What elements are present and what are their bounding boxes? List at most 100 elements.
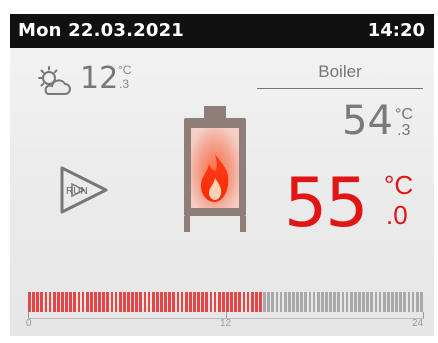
schedule-segment xyxy=(44,292,48,312)
schedule-segment xyxy=(300,292,304,312)
schedule-segment xyxy=(362,292,365,312)
schedule-segment xyxy=(238,292,242,312)
schedule-segment xyxy=(254,292,258,312)
date-display: Mon 22.03.2021 xyxy=(18,20,185,41)
schedule-segment xyxy=(312,292,316,312)
stove-fire-icon xyxy=(184,106,246,232)
schedule-segment xyxy=(407,292,411,312)
schedule-segment xyxy=(172,292,176,312)
axis-tick xyxy=(423,312,424,318)
schedule-segment xyxy=(28,292,31,312)
schedule-segment xyxy=(197,292,200,312)
schedule-segment xyxy=(283,292,287,312)
schedule-segment xyxy=(263,292,266,312)
schedule-segment xyxy=(242,292,246,312)
outside-temp-decimal: .3 xyxy=(119,77,130,91)
schedule-segment xyxy=(287,292,291,312)
schedule-segment xyxy=(94,292,97,312)
schedule-segment xyxy=(370,292,374,312)
schedule-segment xyxy=(419,292,423,312)
schedule-segment xyxy=(271,292,275,312)
schedule-segment xyxy=(395,292,398,312)
schedule-segment xyxy=(411,292,415,312)
schedule-segment xyxy=(40,292,44,312)
schedule-segment xyxy=(279,292,283,312)
schedule-segment xyxy=(36,292,40,312)
schedule-segment xyxy=(155,292,159,312)
run-status-indicator: RUN xyxy=(58,162,114,218)
schedule-segment xyxy=(308,292,312,312)
schedule-segment xyxy=(168,292,172,312)
schedule-segment xyxy=(374,292,378,312)
schedule-segment xyxy=(234,292,238,312)
schedule-segment xyxy=(122,292,126,312)
schedule-segment xyxy=(65,292,68,312)
schedule-segment xyxy=(147,292,151,312)
schedule-segment xyxy=(296,292,299,312)
schedule-segment xyxy=(61,292,64,312)
controller-screen: Mon 22.03.2021 14:20 12 °C .3 Boiler 54 … xyxy=(10,14,434,336)
run-triangle-icon: RUN xyxy=(60,166,108,214)
schedule-segment xyxy=(329,292,332,312)
schedule-segment xyxy=(382,292,386,312)
schedule-segment xyxy=(230,292,233,312)
schedule-segment xyxy=(151,292,155,312)
schedule-segment xyxy=(333,292,337,312)
schedule-segment xyxy=(32,292,35,312)
schedule-segment xyxy=(386,292,390,312)
boiler-current-temp-value: 55 xyxy=(284,164,369,243)
schedule-segment xyxy=(143,292,147,312)
schedule-segment xyxy=(73,292,77,312)
schedule-segment xyxy=(188,292,192,312)
schedule-segment xyxy=(106,292,110,312)
schedule-segment xyxy=(209,292,213,312)
schedule-segment xyxy=(85,292,89,312)
schedule-segment xyxy=(77,292,81,312)
tick-label-24: 24 xyxy=(412,318,424,329)
schedule-segment xyxy=(135,292,139,312)
schedule-segment xyxy=(320,292,324,312)
schedule-segment xyxy=(89,292,93,312)
schedule-segment xyxy=(48,292,52,312)
schedule-segment xyxy=(131,292,134,312)
schedule-segment xyxy=(358,292,361,312)
schedule-segment xyxy=(226,292,229,312)
schedule-segment xyxy=(366,292,370,312)
schedule-segment xyxy=(415,292,419,312)
schedule-segment xyxy=(246,292,250,312)
schedule-segment xyxy=(176,292,180,312)
boiler-current-temp-decimal: .0 xyxy=(386,200,408,230)
schedule-segment xyxy=(213,292,217,312)
schedule-segment xyxy=(341,292,345,312)
schedule-segment xyxy=(292,292,295,312)
schedule-segment xyxy=(399,292,403,312)
outside-temp-value: 12 xyxy=(80,61,119,96)
boiler-setpoint-value: 54 xyxy=(342,98,393,144)
schedule-segment xyxy=(391,292,394,312)
schedule-segment xyxy=(275,292,279,312)
schedule-segment xyxy=(378,292,382,312)
schedule-segment xyxy=(345,292,349,312)
run-label: RUN xyxy=(66,186,88,197)
schedule-segment xyxy=(52,292,56,312)
boiler-title: Boiler xyxy=(318,62,362,81)
schedule-segment xyxy=(184,292,188,312)
schedule-segment xyxy=(221,292,225,312)
schedule-segment xyxy=(118,292,122,312)
schedule-segment xyxy=(403,292,407,312)
outside-temp-unit: °C xyxy=(118,63,132,77)
schedule-segment xyxy=(102,292,106,312)
schedule-segment xyxy=(205,292,209,312)
schedule-segment xyxy=(193,292,196,312)
schedule-segment xyxy=(316,292,320,312)
schedule-segment xyxy=(217,292,221,312)
status-bar: Mon 22.03.2021 14:20 xyxy=(10,14,434,48)
schedule-segment xyxy=(69,292,73,312)
boiler-current-temp-unit: °C xyxy=(384,170,414,200)
partly-cloudy-sun-icon xyxy=(38,66,71,95)
schedule-segment xyxy=(353,292,357,312)
schedule-segment xyxy=(139,292,143,312)
schedule-segment xyxy=(56,292,60,312)
time-display: 14:20 xyxy=(367,20,425,41)
schedule-segment xyxy=(114,292,118,312)
